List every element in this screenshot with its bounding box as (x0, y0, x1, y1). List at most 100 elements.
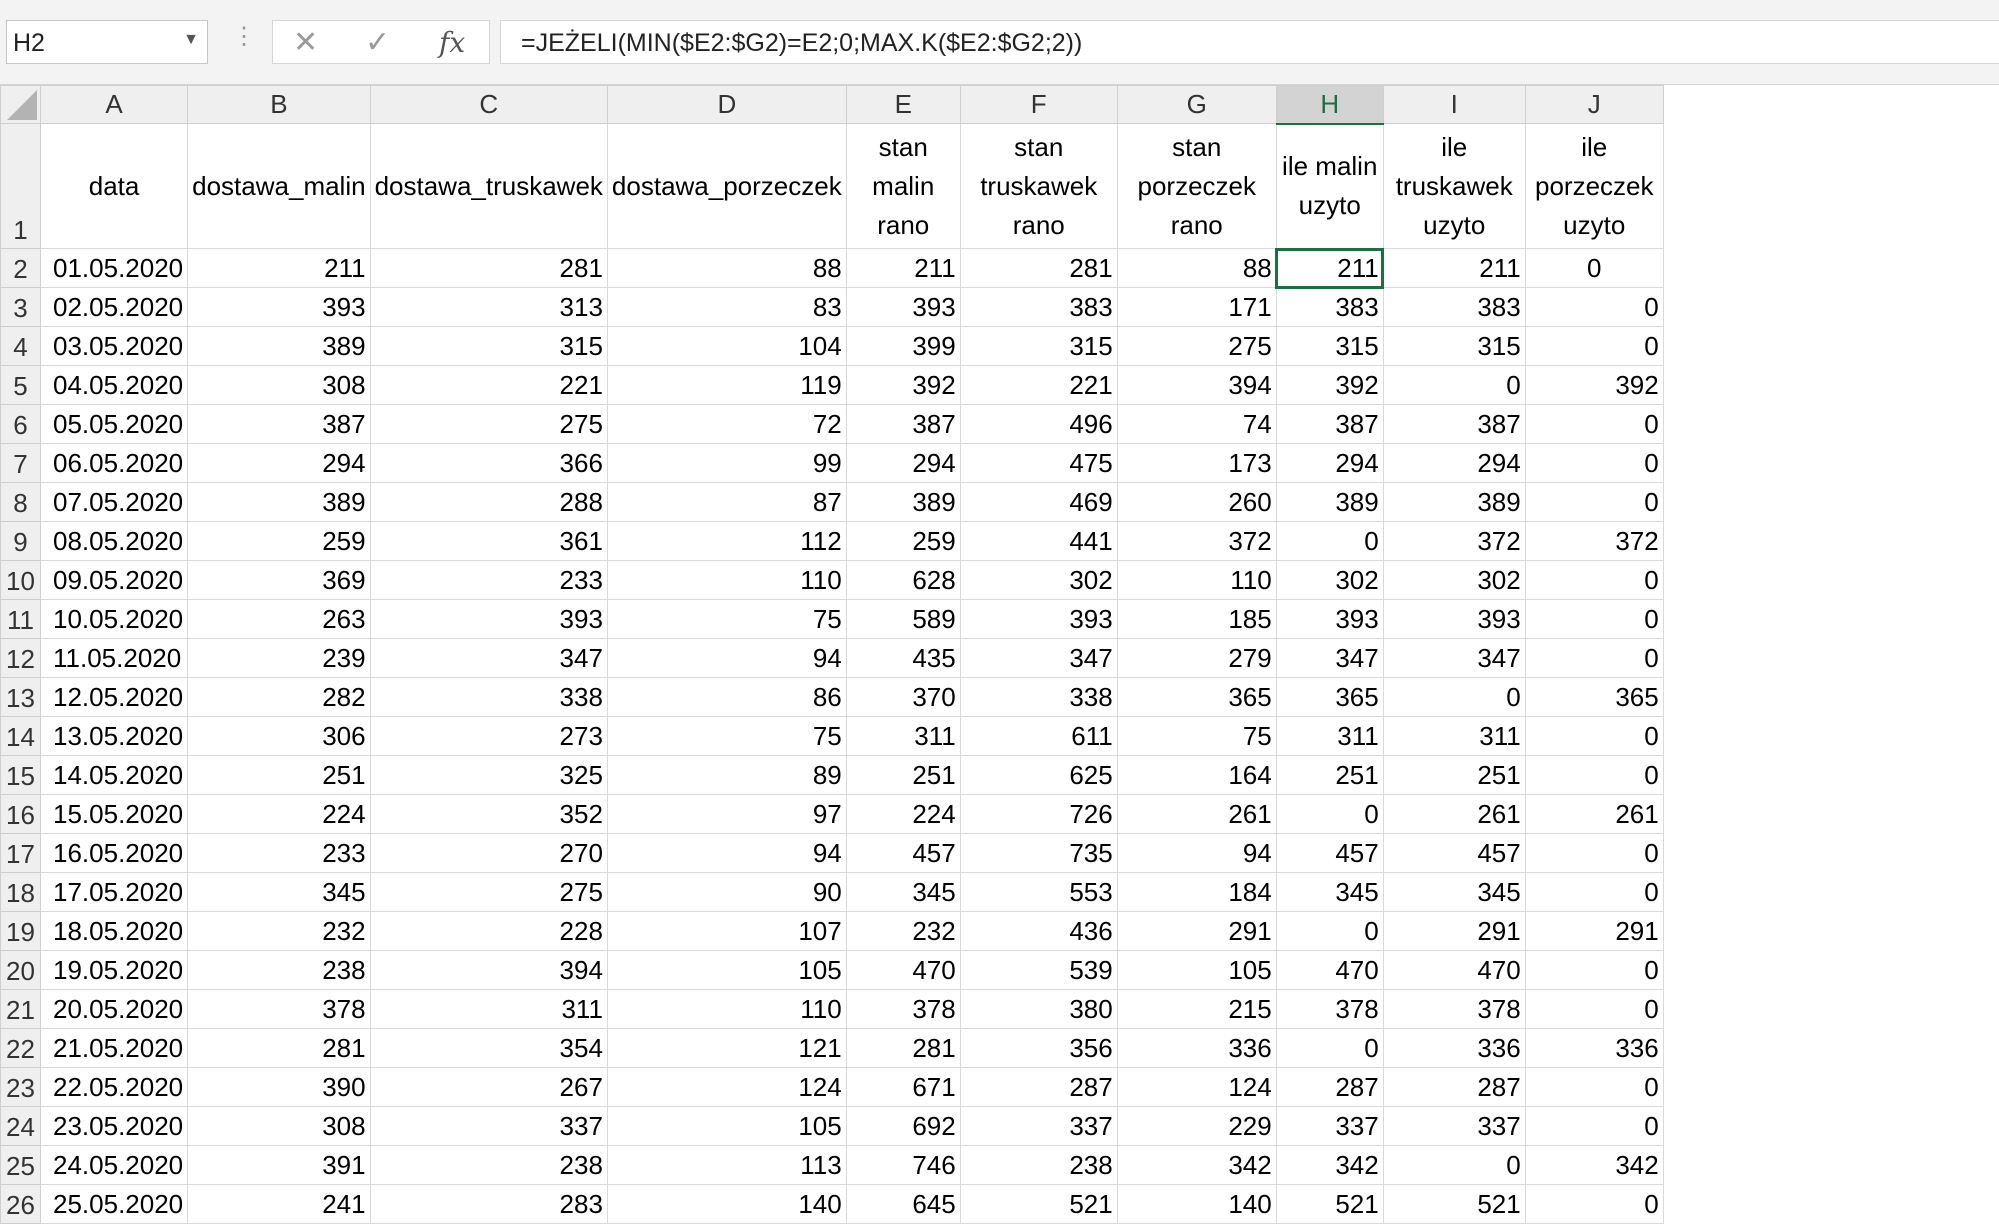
table-cell[interactable]: 726 (959, 794, 1118, 834)
table-cell[interactable]: 14.05.2020 (39, 755, 189, 795)
table-cell[interactable]: 345 (187, 872, 371, 912)
table-cell[interactable]: 475 (959, 443, 1118, 483)
table-cell[interactable]: 521 (1382, 1184, 1526, 1224)
table-cell[interactable]: 74 (1116, 404, 1277, 444)
table-cell[interactable]: 110 (606, 560, 847, 600)
table-cell[interactable]: 224 (187, 794, 371, 834)
table-cell[interactable]: 365 (1524, 677, 1664, 717)
column-header-i[interactable]: I (1382, 85, 1526, 124)
table-cell[interactable]: 15.05.2020 (39, 794, 189, 834)
table-cell[interactable]: 372 (1524, 521, 1664, 561)
table-cell[interactable]: 89 (606, 755, 847, 795)
table-cell[interactable]: 372 (1382, 521, 1526, 561)
table-cell[interactable]: 291 (1524, 911, 1664, 951)
table-cell[interactable]: 356 (959, 1028, 1118, 1068)
row-header[interactable]: 16 (0, 794, 41, 834)
table-cell[interactable]: 347 (1275, 638, 1384, 678)
table-cell[interactable]: 387 (1275, 404, 1384, 444)
cancel-icon[interactable]: ✕ (293, 25, 318, 60)
table-cell[interactable]: 239 (187, 638, 371, 678)
table-cell[interactable]: 259 (845, 521, 961, 561)
table-cell[interactable]: 392 (1275, 365, 1384, 405)
table-cell[interactable]: 391 (187, 1145, 371, 1185)
table-cell[interactable]: 228 (369, 911, 608, 951)
table-cell[interactable]: 06.05.2020 (39, 443, 189, 483)
table-cell[interactable]: 10.05.2020 (39, 599, 189, 639)
table-cell[interactable]: 119 (606, 365, 847, 405)
table-cell[interactable]: 124 (606, 1067, 847, 1107)
table-cell[interactable]: 287 (1382, 1067, 1526, 1107)
table-cell[interactable]: 294 (187, 443, 371, 483)
table-cell[interactable]: 311 (1275, 716, 1384, 756)
table-cell[interactable]: 393 (1382, 599, 1526, 639)
table-cell[interactable]: 366 (369, 443, 608, 483)
table-cell[interactable]: 224 (845, 794, 961, 834)
table-cell[interactable]: 338 (369, 677, 608, 717)
header-cell[interactable]: data (39, 123, 189, 249)
table-cell[interactable]: 457 (845, 833, 961, 873)
table-cell[interactable]: 589 (845, 599, 961, 639)
table-cell[interactable]: 336 (1116, 1028, 1277, 1068)
table-cell[interactable]: 241 (187, 1184, 371, 1224)
table-cell[interactable]: 164 (1116, 755, 1277, 795)
table-cell[interactable]: 19.05.2020 (39, 950, 189, 990)
table-cell[interactable]: 347 (369, 638, 608, 678)
table-cell[interactable]: 302 (1382, 560, 1526, 600)
table-cell[interactable]: 233 (187, 833, 371, 873)
chevron-down-icon[interactable]: ▼ (183, 31, 199, 49)
table-cell[interactable]: 270 (369, 833, 608, 873)
table-cell[interactable]: 86 (606, 677, 847, 717)
table-cell[interactable]: 393 (845, 287, 961, 327)
table-cell[interactable]: 311 (1382, 716, 1526, 756)
row-header[interactable]: 17 (0, 833, 41, 873)
table-cell[interactable]: 215 (1116, 989, 1277, 1029)
row-header[interactable]: 15 (0, 755, 41, 795)
table-cell[interactable]: 275 (369, 404, 608, 444)
table-cell[interactable]: 387 (187, 404, 371, 444)
table-cell[interactable]: 306 (187, 716, 371, 756)
table-cell[interactable]: 94 (1116, 833, 1277, 873)
table-cell[interactable]: 0 (1275, 521, 1384, 561)
table-cell[interactable]: 238 (369, 1145, 608, 1185)
table-cell[interactable]: 470 (845, 950, 961, 990)
table-cell[interactable]: 121 (606, 1028, 847, 1068)
row-header[interactable]: 24 (0, 1106, 41, 1146)
formula-input[interactable]: =JEŻELI(MIN($E2:$G2)=E2;0;MAX.K($E2:$G2;… (500, 20, 1999, 64)
header-cell[interactable]: stan malin rano (845, 123, 961, 249)
table-cell[interactable]: 311 (845, 716, 961, 756)
row-header[interactable]: 12 (0, 638, 41, 678)
header-cell[interactable]: ile truskawek uzyto (1382, 123, 1526, 249)
table-cell[interactable]: 311 (369, 989, 608, 1029)
table-cell[interactable]: 261 (1524, 794, 1664, 834)
table-cell[interactable]: 521 (1275, 1184, 1384, 1224)
table-cell[interactable]: 470 (1382, 950, 1526, 990)
table-cell[interactable]: 354 (369, 1028, 608, 1068)
row-header[interactable]: 2 (0, 248, 41, 288)
row-header[interactable]: 13 (0, 677, 41, 717)
table-cell[interactable]: 173 (1116, 443, 1277, 483)
row-header[interactable]: 19 (0, 911, 41, 951)
table-cell[interactable]: 211 (845, 248, 961, 288)
table-cell[interactable]: 457 (1382, 833, 1526, 873)
table-cell[interactable]: 291 (1116, 911, 1277, 951)
row-header[interactable]: 25 (0, 1145, 41, 1185)
table-cell[interactable]: 251 (1382, 755, 1526, 795)
table-cell[interactable]: 387 (1382, 404, 1526, 444)
name-box[interactable]: H2 ▼ (6, 20, 208, 64)
table-cell[interactable]: 251 (187, 755, 371, 795)
table-cell[interactable]: 229 (1116, 1106, 1277, 1146)
row-header[interactable]: 8 (0, 482, 41, 522)
table-cell[interactable]: 261 (1116, 794, 1277, 834)
table-cell[interactable]: 337 (369, 1106, 608, 1146)
table-cell[interactable]: 18.05.2020 (39, 911, 189, 951)
table-cell[interactable]: 275 (1116, 326, 1277, 366)
table-cell[interactable]: 75 (606, 716, 847, 756)
table-cell[interactable]: 140 (606, 1184, 847, 1224)
table-cell[interactable]: 611 (959, 716, 1118, 756)
table-cell[interactable]: 05.05.2020 (39, 404, 189, 444)
table-cell[interactable]: 345 (1382, 872, 1526, 912)
table-cell[interactable]: 383 (959, 287, 1118, 327)
table-cell[interactable]: 221 (959, 365, 1118, 405)
table-cell[interactable]: 184 (1116, 872, 1277, 912)
table-cell[interactable]: 383 (1382, 287, 1526, 327)
